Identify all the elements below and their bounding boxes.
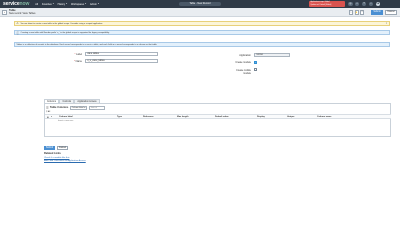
nav-all[interactable]: All [35,3,38,6]
top-navigation-bar: servicenow All Favorites ▾ History ▾ Works… [0,0,400,8]
name-field[interactable]: u_u_vanu_tables [85,59,158,64]
name-field-label: * Name [74,60,82,63]
create-module-label: Create module [235,61,251,64]
columns-list-title: Table Columns [49,106,69,110]
label-field-label: * Label [74,52,82,56]
search-icon[interactable]: ⌕ [354,1,360,7]
back-arrow-icon[interactable]: ‹ [2,9,7,15]
header-submit-button[interactable]: Submit [371,10,383,15]
col-header-default-value[interactable]: Default value [215,116,229,118]
nav-history[interactable]: History ▾ [58,3,67,6]
chevron-down-icon: ▾ [66,3,68,5]
chevron-down-icon: ▾ [85,3,87,5]
insert-row-placeholder[interactable]: Insert a new row... [58,120,74,122]
related-links-title: Related Links [44,152,61,156]
warning-banner: ⚠ You are about to create a new table in… [14,21,390,27]
search-icon[interactable]: ⌕ [51,116,52,118]
settings-gear-icon[interactable]: ⚙ [47,116,49,119]
columns-table-header: ⚙ ⌕ Column label Type Reference Max leng… [45,114,391,119]
table-columns-panel: ☰ Table Columns Column label ▾ Search ⚲ A… [44,103,391,138]
nav-admin[interactable]: Admin ▾ [90,3,99,6]
header-cancel-button[interactable]: Cancel [385,10,397,15]
chevron-down-icon: ▾ [52,3,54,5]
close-icon[interactable]: × [386,22,387,25]
col-header-reference[interactable]: Reference [143,116,154,118]
top-nav-menu: All Favorites ▾ History ▾ Workspaces ▾ Admi… [35,3,98,6]
search-field-select[interactable]: Column label ▾ [69,106,88,110]
col-header-unique[interactable]: Unique [287,116,294,118]
hamburger-menu-icon[interactable]: ☰ [46,106,49,110]
info-icon: ⓘ [16,31,19,35]
col-header-label[interactable]: Column label [59,116,73,118]
columns-toolbar: ☰ Table Columns Column label ▾ Search [46,106,105,110]
create-module-checkbox[interactable]: ✓ [254,60,257,64]
form-subtitle: New record: Vanu Tables [9,12,36,15]
related-link-1[interactable]: Check if a module like this [44,157,69,159]
col-header-display[interactable]: Display [257,116,265,118]
update-set-label: Update set: Default [Global] [310,3,332,6]
label-field[interactable]: vanu tables [85,51,158,56]
top-right-icons: ◎ ⌕ ? ♪ SA [348,1,381,7]
activity-icon[interactable]: ⚡ [354,10,359,15]
create-mobile-module-label: Create mobile module [236,68,251,75]
notification-bell-icon[interactable]: ♪ [368,1,374,7]
application-field: Global [254,52,290,57]
col-header-max-length[interactable]: Max length [177,116,188,118]
servicenow-logo[interactable]: servicenow [3,1,29,7]
related-link-2[interactable]: Add Field Collections to Application Acc… [44,160,86,162]
info-banner-2: Tables in a collection of records in the… [14,42,390,48]
user-avatar[interactable]: SA [375,1,381,7]
application-field-label: Application [239,53,251,57]
form-header-icons: ⌇ ⚡ ≡ [349,10,365,15]
col-header-type[interactable]: Type [117,116,122,118]
context-title-pill[interactable]: Table - New Record [179,1,221,7]
col-header-column-name[interactable]: Column name [317,116,331,118]
form-title-block: Table New record: Vanu Tables [9,9,36,15]
help-icon[interactable]: ? [361,1,367,7]
more-options-icon[interactable]: ≡ [360,10,365,15]
info-banner-1: ⓘ Creating a new table with Number prefi… [14,30,390,36]
form-header: ‹ Table New record: Vanu Tables ⌇ ⚡ ≡ Su… [0,8,400,17]
footer-cancel-button[interactable]: Cancel [57,145,68,151]
create-mobile-module-checkbox[interactable] [254,68,257,72]
nav-workspaces[interactable]: Workspaces ▾ [71,3,86,6]
warning-icon: ⚠ [16,22,19,26]
footer-submit-button[interactable]: Submit [44,145,55,151]
chevron-down-icon: ▾ [97,3,99,5]
info-text-1: Creating a new table with Number prefix … [20,31,110,34]
chevron-down-icon: ▾ [84,106,86,109]
warning-text: You are about to create a new table in t… [20,22,103,25]
nav-favorites[interactable]: Favorites ▾ [42,3,54,6]
breadcrumb[interactable]: ⚲ All [46,111,50,113]
info-text-2: Tables in a collection of records in the… [16,43,158,46]
application-scope-badge[interactable]: Application scope: Global Update set: De… [309,0,345,8]
globe-icon[interactable]: ◎ [348,1,353,7]
attachment-icon[interactable]: ⌇ [349,10,353,15]
columns-search-input[interactable]: Search [88,106,105,110]
